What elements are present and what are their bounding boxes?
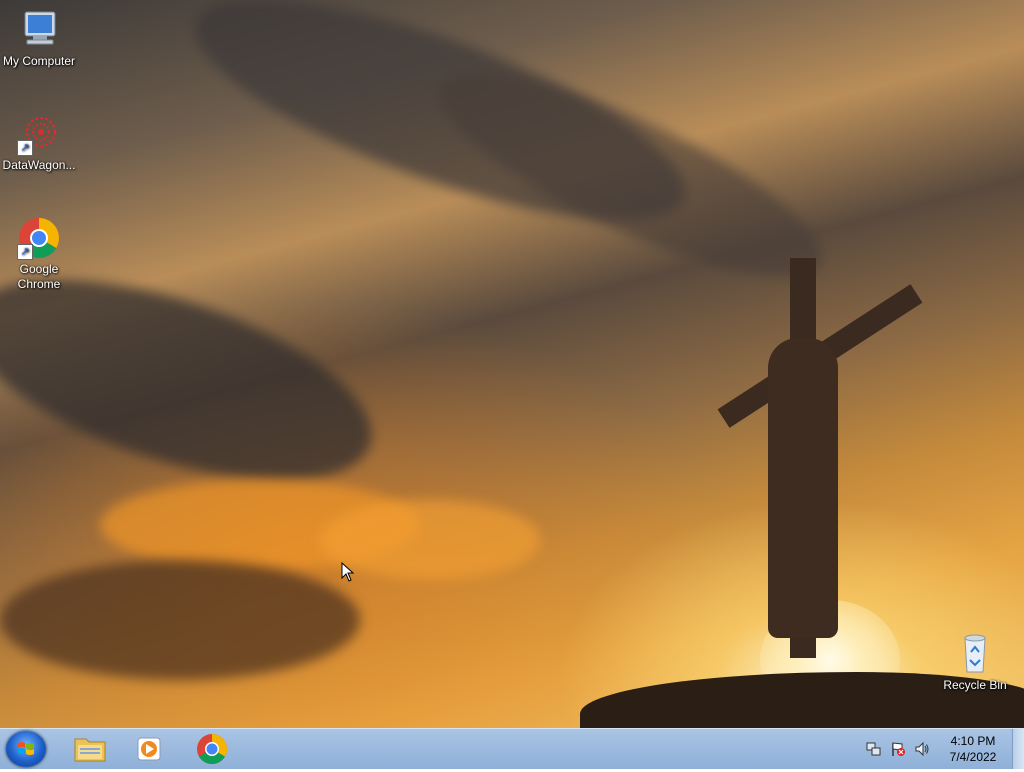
- desktop-icon-datawagon[interactable]: ↗ DataWagon...: [0, 112, 78, 173]
- taskbar-file-explorer-button[interactable]: [64, 731, 116, 767]
- media-player-icon: [137, 737, 161, 761]
- desktop-icon-label: DataWagon...: [2, 158, 76, 172]
- shortcut-arrow-icon: ↗: [17, 244, 33, 260]
- folder-icon: [74, 738, 106, 762]
- taskbar-media-player-button[interactable]: [124, 731, 176, 767]
- start-button[interactable]: [6, 731, 46, 767]
- desktop-icon-label: Recycle Bin: [943, 678, 1007, 692]
- shortcut-arrow-icon: ↗: [17, 140, 33, 156]
- action-center-flag-icon[interactable]: [890, 741, 906, 757]
- mouse-cursor-icon: [341, 562, 355, 582]
- desktop-icon-recycle-bin[interactable]: Recycle Bin: [936, 632, 1014, 693]
- volume-icon[interactable]: [914, 741, 930, 757]
- wallpaper-figure: [768, 338, 838, 638]
- system-clock[interactable]: 4:10 PM 7/4/2022: [930, 733, 1016, 765]
- desktop-icon-label-line2: Chrome: [17, 277, 61, 291]
- desktop-icon-label: My Computer: [2, 54, 76, 68]
- desktop-wallpaper: My Computer ↗ DataWagon... ↗ Google Chro…: [0, 0, 1024, 728]
- clock-time: 4:10 PM: [950, 734, 996, 748]
- clock-date: 7/4/2022: [949, 750, 997, 764]
- windows-start-icon: [18, 742, 34, 755]
- chrome-icon: [197, 734, 228, 765]
- datawagon-icon: ↗: [17, 112, 61, 156]
- wallpaper-cloud: [0, 560, 360, 680]
- show-desktop-button[interactable]: [1012, 729, 1024, 769]
- chrome-icon: ↗: [17, 216, 61, 260]
- desktop-icon-google-chrome[interactable]: ↗ Google Chrome: [0, 216, 78, 292]
- recycle-bin-icon: [953, 632, 997, 676]
- desktop-icon-label-line1: Google: [19, 262, 59, 276]
- computer-icon: [17, 8, 61, 52]
- desktop-icon-my-computer[interactable]: My Computer: [0, 8, 78, 69]
- taskbar: 4:10 PM 7/4/2022: [0, 728, 1024, 769]
- taskbar-chrome-button[interactable]: [186, 731, 238, 767]
- network-icon[interactable]: [866, 741, 882, 757]
